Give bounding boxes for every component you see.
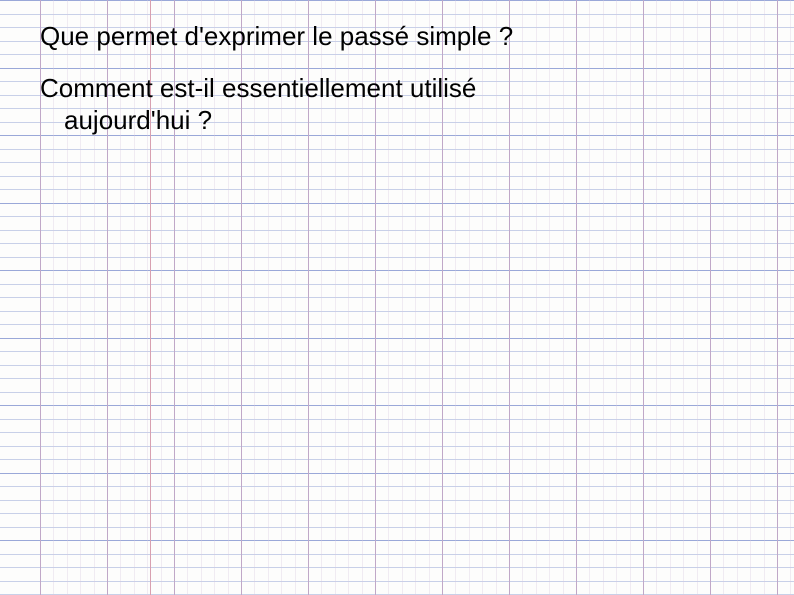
question-2-line-1: Comment est-il essentiellement utilisé [40, 72, 754, 105]
slide-content: Que permet d'exprimer le passé simple ? … [40, 20, 754, 137]
question-1: Que permet d'exprimer le passé simple ? [40, 20, 754, 54]
question-2-line-2: aujourd'hui ? [40, 104, 754, 137]
question-2: Comment est-il essentiellement utilisé a… [40, 72, 754, 137]
